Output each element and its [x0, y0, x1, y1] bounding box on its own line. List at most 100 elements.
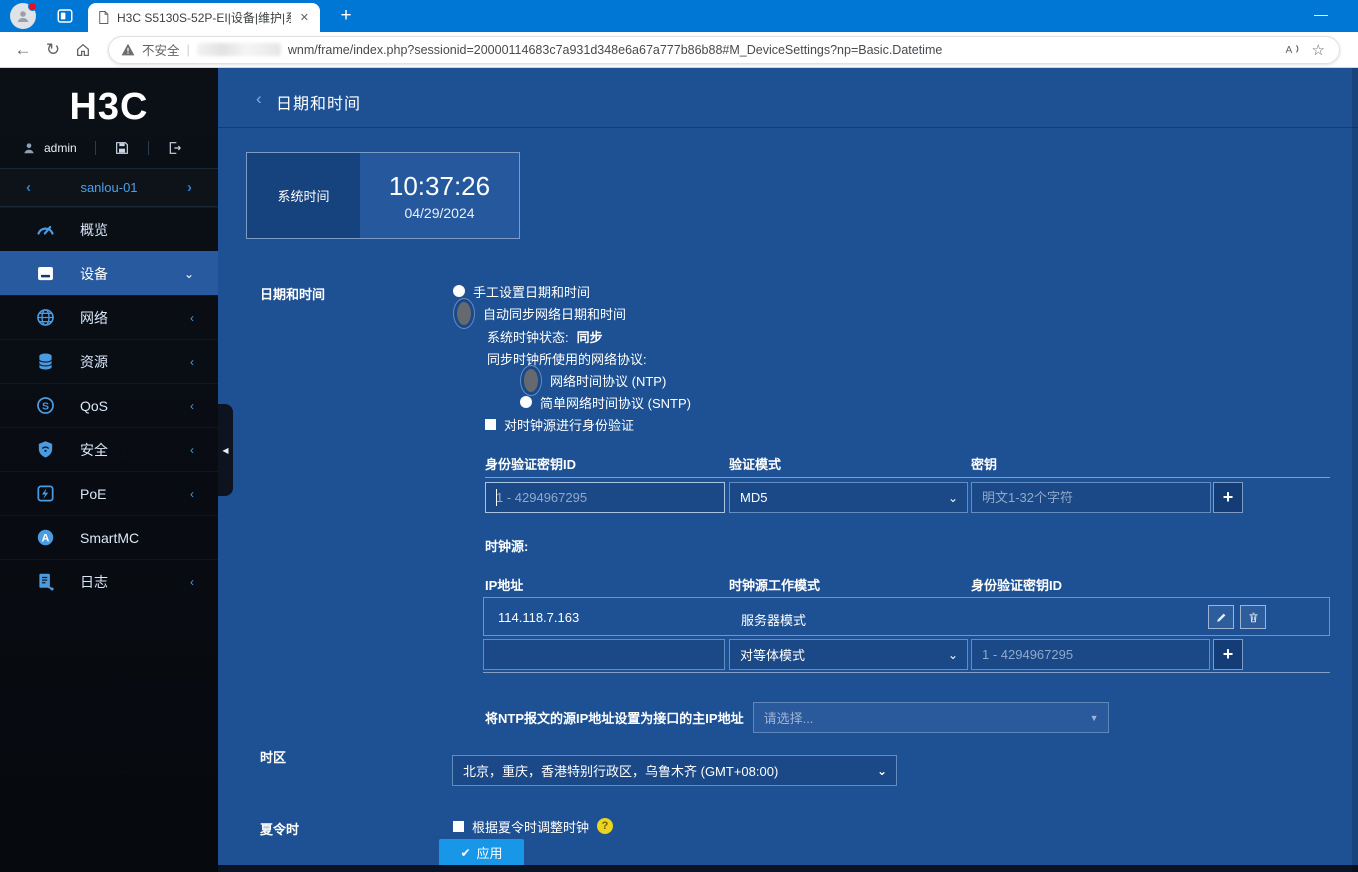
chevron-left-icon: ‹ — [190, 574, 194, 589]
new-source-key-input[interactable] — [971, 639, 1210, 670]
new-source-ip-input[interactable] — [483, 639, 725, 670]
svg-text:A: A — [1285, 45, 1292, 56]
dst-checkbox-row[interactable]: 根据夏令时调整时钟 ? — [453, 817, 614, 835]
sidebar-item-安全[interactable]: 安全 ‹ — [0, 427, 218, 471]
timezone-select[interactable]: 北京，重庆，香港特别行政区，乌鲁木齐 (GMT+08:00) ⌄ — [452, 755, 897, 786]
sidebar-item-资源[interactable]: 资源 ‹ — [0, 339, 218, 383]
next-device-icon[interactable]: › — [187, 179, 192, 196]
gauge-icon — [34, 219, 56, 241]
ntp-option[interactable]: 网络时间协议 (NTP) — [520, 364, 666, 396]
home-button[interactable] — [68, 36, 98, 64]
device-name[interactable]: sanlou-01 — [80, 180, 137, 195]
manual-datetime-option[interactable]: 手工设置日期和时间 — [453, 282, 590, 300]
add-clock-source-button[interactable]: + — [1213, 639, 1243, 670]
browser-titlebar: H3C S5130S-52P-EI|设备|维护|系 ✕ + — — [0, 0, 1358, 32]
dropdown-arrow-icon: ▼ — [1089, 712, 1099, 723]
auth-clock-source-checkbox[interactable]: 对时钟源进行身份验证 — [485, 415, 634, 433]
clock-source-new-row: 对等体模式 ⌄ + — [483, 636, 1330, 673]
save-icon[interactable] — [114, 140, 130, 156]
sntp-option[interactable]: 简单网络时间协议 (SNTP) — [520, 393, 691, 411]
prev-device-icon[interactable]: ‹ — [26, 179, 31, 196]
logout-icon[interactable] — [167, 140, 183, 156]
ntp-source-ip-label: 将NTP报文的源IP地址设置为接口的主IP地址 — [485, 711, 744, 726]
clock-status-value: 同步 — [576, 329, 603, 345]
log-icon — [34, 571, 56, 593]
svg-text:A: A — [41, 533, 49, 545]
clock-source-mode: 服务器模式 — [741, 613, 807, 628]
edit-button[interactable] — [1208, 605, 1234, 629]
user-row: admin — [0, 130, 218, 169]
new-tab-button[interactable]: + — [334, 4, 358, 28]
h3c-logo: H3C — [69, 86, 149, 128]
add-auth-key-button[interactable]: + — [1213, 482, 1243, 513]
nav-menu: 概览 设备 ⌄ 网络 ‹ 资源 ‹ S QoS ‹ 安全 ‹ PoE ‹ A SmartMC 日志 ‹ — [0, 207, 218, 603]
url-bar[interactable]: 不安全 | wnm/frame/index.php?sessionid=2000… — [108, 35, 1340, 64]
divider — [94, 141, 96, 155]
sidebar-item-SmartMC[interactable]: A SmartMC — [0, 515, 218, 559]
datetime-section-label: 日期和时间 — [260, 287, 326, 302]
back-chevron-icon[interactable]: ‹ — [256, 89, 262, 109]
sidebar: H3C admin ‹ sanlou-01 › 概览 设备 ⌄ 网络 ‹ 资源 ‹ S QoS ‹… — [0, 68, 218, 872]
sidebar-item-概览[interactable]: 概览 — [0, 207, 218, 251]
ntp-interface-select[interactable]: 请选择... ▼ — [752, 702, 1109, 733]
clock-sources-label: 时钟源: — [485, 539, 529, 554]
sidebar-item-QoS[interactable]: S QoS ‹ — [0, 383, 218, 427]
chevron-left-icon: ‹ — [190, 354, 194, 369]
radio-unselected-icon[interactable] — [453, 285, 465, 297]
protocol-label: 同步时钟所使用的网络协议: — [487, 352, 647, 367]
url-separator: | — [186, 42, 190, 57]
dst-label: 夏令时 — [260, 822, 300, 837]
sidebar-collapse-handle[interactable]: ◀ — [218, 404, 233, 496]
auth-key-id-input[interactable] — [485, 482, 725, 513]
sidebar-item-label: 安全 — [80, 441, 108, 458]
auto-sync-option[interactable]: 自动同步网络日期和时间 — [453, 297, 626, 329]
username: admin — [44, 141, 77, 155]
page-icon — [99, 11, 109, 24]
pencil-icon — [1216, 613, 1225, 622]
notification-dot — [28, 2, 37, 11]
globe-icon — [34, 307, 56, 329]
poe-icon — [34, 483, 56, 505]
radio-selected-icon[interactable] — [520, 364, 542, 396]
svg-text:S: S — [41, 400, 48, 412]
back-button[interactable]: ← — [8, 36, 38, 64]
sidebar-item-日志[interactable]: 日志 ‹ — [0, 559, 218, 603]
tab-close-icon[interactable]: ✕ — [298, 11, 311, 24]
sidebar-item-设备[interactable]: 设备 ⌄ — [0, 251, 218, 295]
chevron-down-icon: ⌄ — [876, 763, 887, 778]
smartmc-icon: A — [34, 527, 56, 549]
clock-status-line: 系统时钟状态: 同步 — [487, 327, 603, 345]
radio-unselected-icon[interactable] — [520, 396, 532, 408]
read-aloud-icon[interactable]: A — [1284, 42, 1302, 57]
sidebar-item-网络[interactable]: 网络 ‹ — [0, 295, 218, 339]
device-icon — [34, 263, 56, 285]
new-source-mode-select[interactable]: 对等体模式 ⌄ — [729, 639, 968, 670]
radio-selected-icon[interactable] — [453, 297, 475, 329]
checkbox-icon[interactable] — [453, 820, 464, 832]
favorite-star-icon[interactable]: ☆ — [1312, 41, 1325, 59]
chevron-left-icon: ‹ — [190, 310, 194, 325]
auth-mode-select[interactable]: MD5 ⌄ — [729, 482, 968, 513]
refresh-button[interactable]: ↻ — [38, 36, 68, 64]
browser-tab[interactable]: H3C S5130S-52P-EI|设备|维护|系 ✕ — [88, 3, 320, 32]
delete-button[interactable] — [1240, 605, 1266, 629]
help-icon[interactable]: ? — [597, 818, 614, 834]
divider — [147, 141, 149, 155]
auth-key-input[interactable] — [971, 482, 1211, 513]
clock-sources-header: IP地址 时钟源工作模式 身份验证密钥ID — [485, 578, 1063, 593]
workspaces-icon[interactable] — [56, 7, 74, 30]
tab-title: H3C S5130S-52P-EI|设备|维护|系 — [117, 11, 291, 25]
chevron-left-icon: ‹ — [190, 398, 194, 413]
scrollbar-track[interactable] — [1352, 68, 1358, 872]
profile-avatar[interactable] — [10, 2, 37, 29]
sidebar-item-label: 网络 — [80, 309, 108, 326]
database-icon — [34, 351, 56, 373]
url-text: wnm/frame/index.php?sessionid=2000011468… — [287, 42, 943, 57]
window-minimize-button[interactable]: — — [1314, 6, 1328, 22]
sidebar-item-PoE[interactable]: PoE ‹ — [0, 471, 218, 515]
chevron-left-icon: ◀ — [222, 445, 229, 455]
sidebar-item-label: 设备 — [80, 265, 108, 282]
apply-button[interactable]: ✔ 应用 — [439, 839, 524, 866]
chevron-left-icon: ‹ — [190, 486, 194, 501]
checkbox-icon[interactable] — [485, 418, 496, 430]
